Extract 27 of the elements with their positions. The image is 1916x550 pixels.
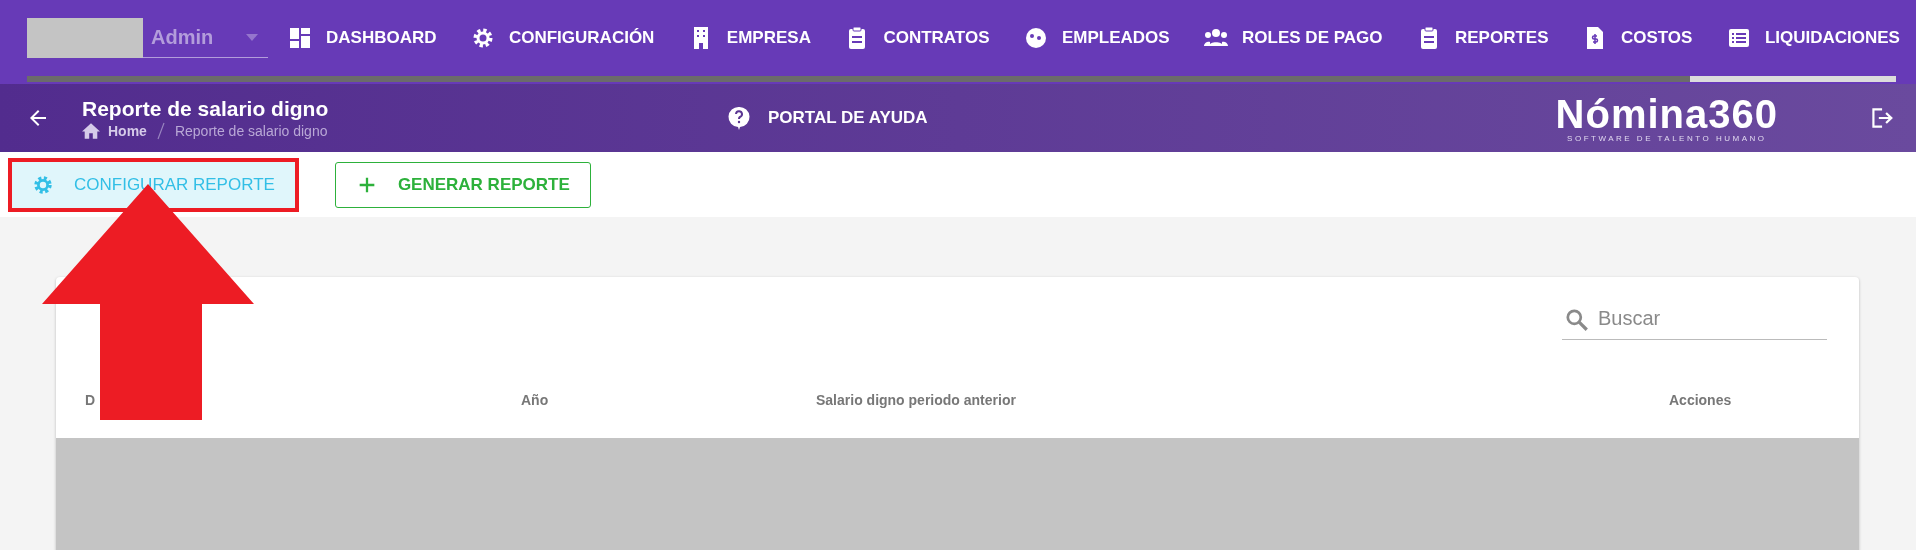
nav-item[interactable]: ROLES DE PAGO <box>1204 26 1383 50</box>
nav-item[interactable]: COSTOS <box>1582 26 1693 50</box>
home-icon <box>82 123 100 139</box>
caret-icon <box>246 34 258 41</box>
help-icon <box>728 106 750 130</box>
nav-item[interactable]: EMPLEADOS <box>1023 26 1170 50</box>
breadcrumb-current: Reporte de salario digno <box>174 123 328 139</box>
dashboard-icon <box>288 26 312 50</box>
column-header: Acciones <box>1669 392 1733 408</box>
page-title: Reporte de salario digno <box>82 96 330 122</box>
column-header: Año <box>521 392 550 408</box>
nav-item[interactable]: EMPRESA <box>688 26 811 50</box>
gear-icon <box>32 173 54 196</box>
nav-item[interactable]: LIQUIDACIONES <box>1726 26 1900 50</box>
logo-tagline: SOFTWARE DE TALENTO HUMANO <box>1567 133 1767 143</box>
column-header: Salario digno periodo anterior <box>816 392 1017 408</box>
nav-item[interactable]: CONFIGURACIÓN <box>470 26 655 50</box>
breadcrumb-separator-icon <box>156 122 165 140</box>
breadcrumb-home[interactable]: Home <box>82 123 147 139</box>
face-icon <box>1023 26 1048 50</box>
nav-item[interactable]: REPORTES <box>1416 26 1549 50</box>
column-header: D <box>85 392 97 408</box>
logo-name: Nómina360 <box>1555 93 1778 134</box>
list-icon <box>1726 26 1751 50</box>
nav-item[interactable]: DASHBOARD <box>288 26 437 50</box>
nav-item[interactable]: CONTRATOS <box>845 26 990 50</box>
help-portal-link[interactable]: PORTAL DE AYUDA <box>722 105 934 131</box>
